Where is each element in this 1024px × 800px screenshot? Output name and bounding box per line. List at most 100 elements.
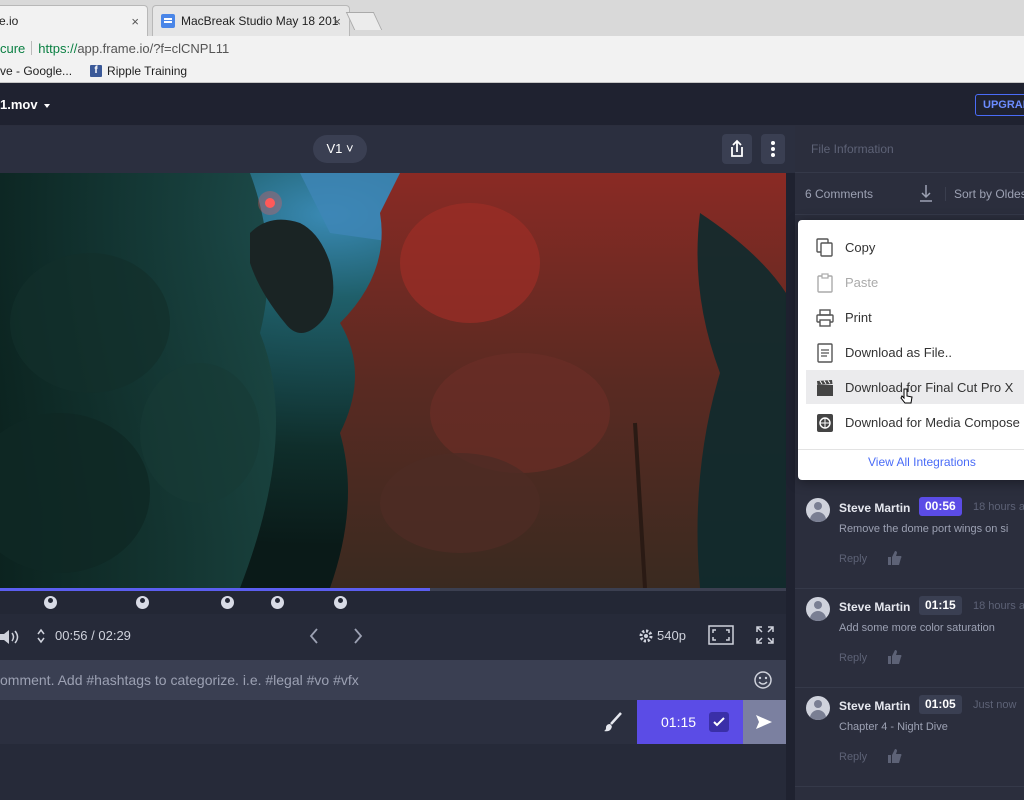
- comment-item[interactable]: Steve Martin 01:05 Just now Chapter 4 - …: [795, 688, 1024, 787]
- comments-toolbar: 6 Comments Sort by Oldes: [795, 173, 1024, 215]
- comment-text: Remove the dome port wings on si: [839, 523, 1009, 535]
- comment-author: Steve Martin: [839, 501, 911, 515]
- comment-date: 18 hours a: [973, 501, 1024, 513]
- panel-divider: [786, 173, 795, 800]
- comment-marker[interactable]: [271, 596, 284, 609]
- timestamp-label: 01:15: [661, 714, 697, 730]
- quality-label[interactable]: 540p: [657, 628, 686, 643]
- video-frame[interactable]: [0, 173, 786, 588]
- thumbs-up-icon[interactable]: [887, 550, 903, 566]
- reply-link[interactable]: Reply: [839, 652, 867, 664]
- clipboard-icon: [817, 273, 833, 293]
- share-icon: [731, 139, 743, 157]
- avatar: [806, 597, 830, 621]
- fit-screen-icon[interactable]: [708, 625, 734, 645]
- browser-tabbar: me.io × MacBreak Studio May 18 201 ×: [0, 0, 1024, 36]
- close-tab-icon[interactable]: ×: [131, 14, 139, 29]
- comment-date: 18 hours ago: [973, 600, 1024, 612]
- tab-file-information[interactable]: File Information: [811, 142, 894, 156]
- printer-icon: [816, 309, 834, 327]
- comment-item[interactable]: Steve Martin 01:15 18 hours ago Add some…: [795, 589, 1024, 688]
- film-icon: [817, 414, 833, 432]
- menu-item-copy[interactable]: Copy: [798, 230, 1024, 264]
- comment-timestamp[interactable]: 01:05: [919, 695, 962, 714]
- timecode: 00:56 / 02:29: [55, 628, 131, 643]
- file-name-dropdown[interactable]: 1.mov: [0, 97, 50, 112]
- more-vertical-icon: [771, 141, 775, 157]
- comment-timestamp[interactable]: 00:56: [919, 497, 962, 516]
- copy-icon: [816, 238, 833, 257]
- download-icon[interactable]: [919, 183, 933, 203]
- menu-item-download-file[interactable]: Download as File..: [798, 335, 1024, 369]
- comment-marker[interactable]: [44, 596, 57, 609]
- comment-input[interactable]: omment. Add #hashtags to categorize. i.e…: [0, 660, 786, 700]
- thumbs-up-icon[interactable]: [887, 748, 903, 764]
- check-icon: [713, 717, 725, 727]
- menu-item-print[interactable]: Print: [798, 300, 1024, 334]
- url-text: app.frame.io/?f=clCNPL11: [77, 40, 230, 56]
- player-toolbar: V1 ˅: [0, 126, 795, 173]
- underwater-video-image: [0, 173, 786, 588]
- comment-marker[interactable]: [136, 596, 149, 609]
- close-tab-icon[interactable]: ×: [333, 14, 341, 29]
- mouse-cursor-icon: [900, 388, 913, 404]
- draw-button[interactable]: [590, 700, 637, 744]
- timeline-scrubber[interactable]: [0, 588, 786, 614]
- facebook-icon: f: [90, 65, 103, 77]
- avatar: [806, 696, 830, 720]
- brush-icon: [604, 712, 622, 732]
- app-header: 1.mov: [0, 84, 1024, 126]
- file-name: 1.mov: [0, 97, 38, 112]
- menu-item-label: Paste: [845, 275, 879, 290]
- new-tab-button[interactable]: [345, 12, 383, 30]
- speed-toggle-icon[interactable]: [36, 628, 46, 644]
- timestamp-checkbox[interactable]: [709, 712, 729, 732]
- volume-icon[interactable]: [0, 627, 24, 647]
- send-comment-button[interactable]: [743, 700, 786, 744]
- next-comment-icon[interactable]: [350, 626, 366, 646]
- comment-placeholder: omment. Add #hashtags to categorize. i.e…: [0, 672, 359, 688]
- previous-comment-icon[interactable]: [306, 626, 322, 646]
- sort-dropdown[interactable]: Sort by Oldes: [945, 187, 1024, 201]
- menu-item-download-media-composer[interactable]: Download for Media Compose: [798, 405, 1024, 439]
- gear-icon[interactable]: [638, 628, 654, 644]
- upgrade-button[interactable]: UPGRAD: [975, 94, 1024, 116]
- progress-bar-played: [0, 588, 430, 591]
- menu-item-label: Download for Final Cut Pro X: [845, 380, 1014, 395]
- browser-tab-macbreak[interactable]: MacBreak Studio May 18 201 ×: [152, 5, 350, 36]
- thumbs-up-icon[interactable]: [887, 649, 903, 665]
- emoji-icon[interactable]: [753, 670, 773, 690]
- menu-item-paste[interactable]: Paste: [798, 265, 1024, 299]
- reply-link[interactable]: Reply: [839, 553, 867, 565]
- tab-title: me.io: [0, 14, 19, 28]
- comment-date: Just now: [973, 699, 1017, 711]
- menu-item-label: Print: [845, 310, 872, 325]
- comment-marker[interactable]: [221, 596, 234, 609]
- player-area: V1 ˅ 00:56 / 02:29 540p omment. Add #has…: [0, 126, 795, 800]
- comment-timestamp[interactable]: 01:15: [919, 596, 962, 615]
- share-button[interactable]: [722, 134, 752, 164]
- panel-tabs: File Information: [795, 126, 1024, 173]
- version-selector[interactable]: V1 ˅: [313, 135, 367, 163]
- address-bar[interactable]: cure https:// app.frame.io/?f=clCNPL11: [0, 36, 1024, 60]
- menu-item-download-fcpx[interactable]: Download for Final Cut Pro X: [806, 370, 1024, 404]
- bookmark-google[interactable]: ve - Google...: [0, 64, 72, 78]
- send-icon: [756, 715, 772, 729]
- reply-link[interactable]: Reply: [839, 751, 867, 763]
- comment-text: Add some more color saturation: [839, 622, 995, 634]
- fullscreen-icon[interactable]: [755, 625, 775, 645]
- comment-author: Steve Martin: [839, 600, 911, 614]
- comment-item[interactable]: Steve Martin 00:56 18 hours a Remove the…: [795, 490, 1024, 589]
- bookmark-ripple-training[interactable]: Ripple Training: [107, 64, 187, 78]
- timestamp-toggle-button[interactable]: 01:15: [637, 700, 743, 744]
- address-divider: [31, 41, 33, 55]
- view-all-integrations-link[interactable]: View All Integrations: [868, 455, 976, 469]
- browser-tab-frameio[interactable]: me.io ×: [0, 5, 148, 36]
- more-options-button[interactable]: [761, 134, 785, 164]
- comment-actions-bar: 01:15: [0, 700, 786, 744]
- comment-author: Steve Martin: [839, 699, 911, 713]
- menu-item-label: Download for Media Compose: [845, 415, 1020, 430]
- comment-text: Chapter 4 - Night Dive: [839, 721, 948, 733]
- comment-marker[interactable]: [334, 596, 347, 609]
- bookmarks-bar: ve - Google... f Ripple Training: [0, 60, 1024, 83]
